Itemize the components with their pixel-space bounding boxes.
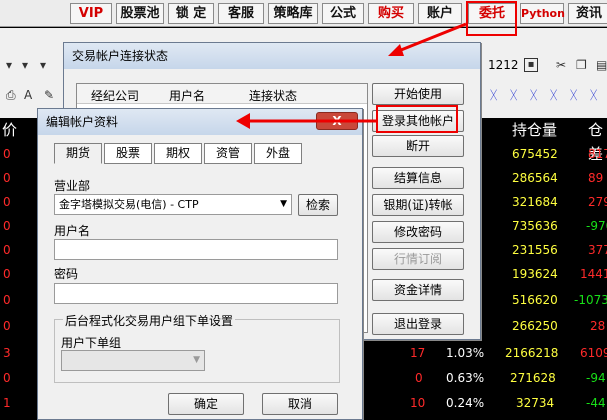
arrowhead-1 [388, 44, 404, 56]
arrowhead-2 [236, 113, 250, 129]
arrow-to-connection-dialog [395, 22, 467, 54]
annotation-arrows [236, 22, 467, 129]
